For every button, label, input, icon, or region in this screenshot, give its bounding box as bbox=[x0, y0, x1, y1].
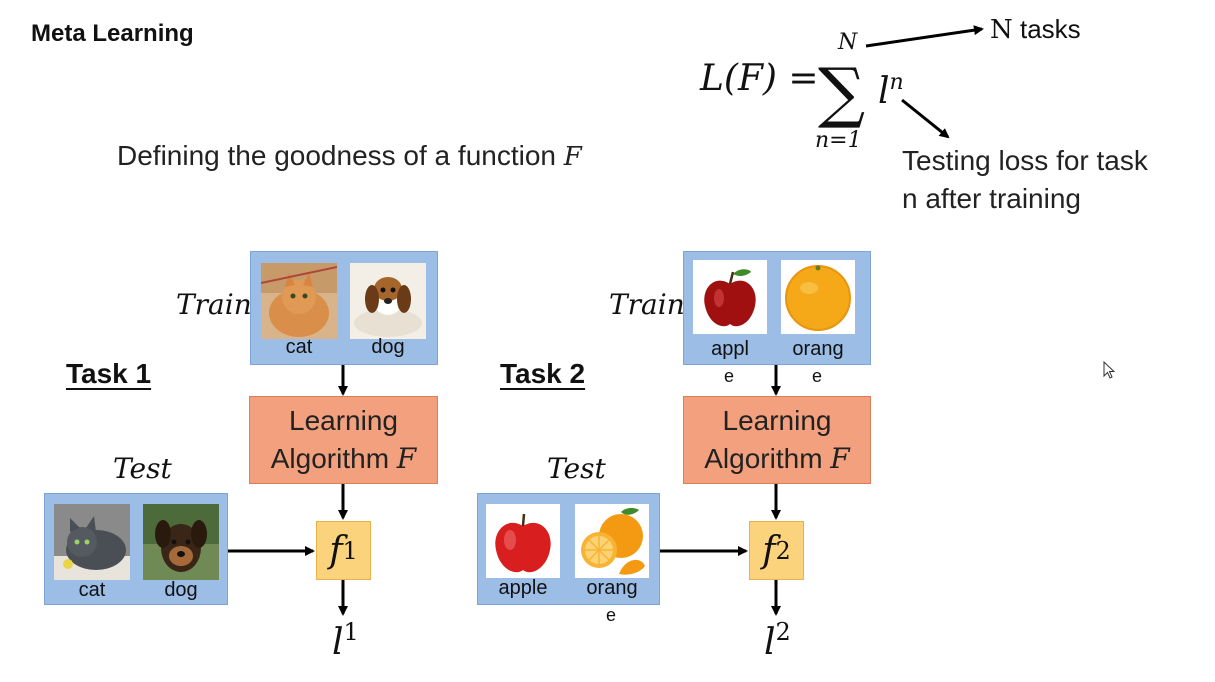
apple-photo-icon bbox=[486, 504, 560, 578]
dog-photo-icon bbox=[350, 263, 426, 339]
task2-loss: l2 bbox=[764, 618, 791, 663]
task2-train-caption-apple-wrap: e bbox=[723, 366, 734, 386]
mouse-cursor-icon bbox=[1103, 361, 1116, 379]
task2-train-caption-apple: appl bbox=[711, 338, 749, 360]
n-tasks-arrow bbox=[865, 25, 984, 48]
task1-algo-line2: Algorithm bbox=[270, 443, 397, 474]
task2-test-box: apple orang bbox=[477, 493, 660, 605]
task2-train-box: appl orang bbox=[683, 251, 871, 365]
task1-algo-line1: Learning bbox=[289, 405, 398, 436]
task2-algo-line2: Algorithm bbox=[704, 443, 831, 474]
task1-test-caption-dog: dog bbox=[164, 579, 198, 601]
task1-algo-var: F bbox=[396, 442, 417, 475]
task2-train-caption-orange-wrap: e bbox=[811, 366, 822, 386]
task1-train-label: Train bbox=[176, 288, 252, 321]
cat-photo-icon bbox=[260, 263, 338, 339]
task2-learning-algorithm: Learning Algorithm F bbox=[683, 396, 871, 484]
task1-l-sup: 1 bbox=[343, 618, 359, 646]
task1-train-caption-cat: cat bbox=[285, 336, 313, 358]
task2-learned-function: f2 bbox=[749, 521, 804, 580]
testing-loss-arrow bbox=[901, 98, 950, 139]
dog-photo-icon bbox=[143, 504, 219, 580]
task1-f-sup: 1 bbox=[342, 536, 358, 565]
task2-test-caption-orange-wrap: e bbox=[605, 605, 616, 625]
task2-train-label: Train bbox=[609, 288, 685, 321]
task2-algo-line1: Learning bbox=[722, 405, 832, 436]
task2-test-label: Test bbox=[547, 452, 606, 485]
task2-train-caption-orange: orang bbox=[792, 338, 844, 360]
task2-f-sup: 2 bbox=[775, 536, 791, 565]
orange-slices-photo-icon bbox=[575, 504, 649, 578]
apple-photo-icon bbox=[693, 260, 767, 334]
orange-photo-icon bbox=[781, 260, 855, 334]
task1-loss: l1 bbox=[332, 618, 359, 663]
task1-train-box: cat dog bbox=[250, 251, 438, 365]
task1-test-caption-cat: cat bbox=[78, 579, 106, 601]
task2-l-sup: 2 bbox=[775, 618, 791, 646]
task1-learned-function: f1 bbox=[316, 521, 371, 580]
task1-train-caption-dog: dog bbox=[371, 336, 405, 358]
task1-learning-algorithm: Learning Algorithm F bbox=[249, 396, 438, 484]
task2-f: f bbox=[762, 530, 776, 571]
task1-l: l bbox=[332, 622, 344, 663]
task2-test-caption-apple: apple bbox=[498, 577, 548, 599]
task1-label: Task 1 bbox=[66, 358, 152, 389]
task2-label: Task 2 bbox=[500, 358, 586, 389]
task2-test-caption-orange: orang bbox=[586, 577, 638, 599]
cat-photo-icon bbox=[54, 504, 130, 580]
task2-l: l bbox=[764, 622, 776, 663]
task1-test-label: Test bbox=[113, 452, 172, 485]
task2-algo-var: F bbox=[830, 442, 850, 475]
task1-f: f bbox=[329, 530, 343, 571]
task1-test-box: cat dog bbox=[44, 493, 228, 605]
